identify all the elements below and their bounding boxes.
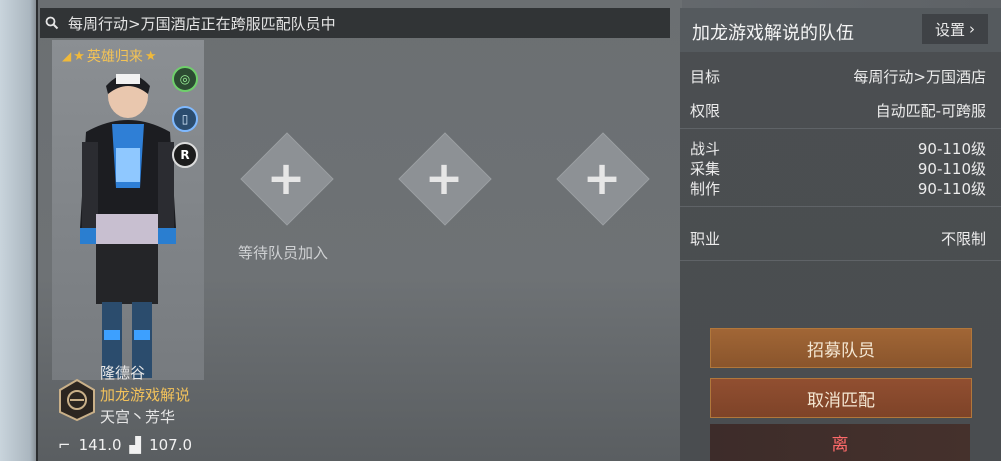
player-guild: 加龙游戏解说 (100, 386, 191, 404)
leave-team-button[interactable]: 离 (710, 424, 970, 461)
guild-emblem-icon (59, 378, 95, 422)
divider (680, 260, 1001, 261)
player-server: 天宫丶芳华 (100, 408, 176, 426)
chevron-right-icon: › (969, 20, 975, 38)
row-class: 职业 不限制 (690, 228, 986, 249)
row-label: 职业 (690, 230, 721, 248)
row-value: 不限制 (940, 230, 986, 248)
armor-icon: ▟ (129, 436, 142, 454)
player-card[interactable]: ◢ ★ 英雄归来 ★ ◎ ▯ R 隆德谷 加龙游戏解说 天宫丶芳华 ⌐ 141.… (48, 40, 208, 460)
row-label: 制作 (690, 180, 721, 198)
attack-value: 141.0 (78, 436, 122, 454)
row-permission: 权限 自动匹配-可跨服 (690, 100, 986, 121)
empty-slot-2[interactable]: + (398, 132, 492, 226)
row-value: 90-110级 (917, 140, 986, 158)
row-target: 目标 每周行动>万国酒店 (690, 66, 986, 87)
dragon-badge-icon[interactable]: ◎ (172, 66, 198, 92)
search-icon (40, 8, 64, 38)
row-value: 90-110级 (917, 160, 986, 178)
row-label: 采集 (690, 160, 721, 178)
character-model (80, 74, 176, 378)
row-label: 权限 (690, 102, 721, 120)
plus-icon: + (424, 151, 464, 205)
divider (680, 206, 1001, 207)
row-craft: 制作 90-110级 (690, 178, 986, 199)
player-stats: ⌐ 141.0 ▟ 107.0 (58, 436, 192, 454)
plus-icon: + (582, 151, 622, 205)
gun-icon: ⌐ (58, 436, 71, 454)
settings-label: 设置 (934, 20, 965, 39)
panel-header: 加龙游戏解说的队伍 设置 › (680, 8, 1001, 52)
empty-slot-3[interactable]: + (556, 132, 650, 226)
plus-icon: + (266, 151, 306, 205)
row-label: 战斗 (690, 140, 721, 158)
recruit-button[interactable]: 招募队员 (710, 328, 972, 368)
team-title: 加龙游戏解说的队伍 (692, 23, 854, 44)
matching-status-text: 每周行动>万国酒店正在跨服匹配队员中 (68, 14, 336, 33)
waiting-text: 等待队员加入 (238, 244, 329, 262)
row-value: 每周行动>万国酒店 (853, 68, 986, 86)
row-value: 90-110级 (917, 180, 986, 198)
row-label: 目标 (690, 68, 721, 86)
rank-badge-icon[interactable]: R (172, 142, 198, 168)
matching-status-bar: 每周行动>万国酒店正在跨服匹配队员中 (40, 8, 670, 38)
defense-value: 107.0 (149, 436, 193, 454)
settings-button[interactable]: 设置 › (922, 14, 988, 44)
player-name: 隆德谷 (100, 364, 146, 382)
shield-badge-icon[interactable]: ▯ (172, 106, 198, 132)
cancel-match-button[interactable]: 取消匹配 (710, 378, 972, 418)
divider (680, 128, 1001, 129)
row-combat: 战斗 90-110级 (690, 138, 986, 159)
row-gather: 采集 90-110级 (690, 158, 986, 179)
row-value: 自动匹配-可跨服 (875, 102, 986, 120)
empty-slot-1[interactable]: + (240, 132, 334, 226)
